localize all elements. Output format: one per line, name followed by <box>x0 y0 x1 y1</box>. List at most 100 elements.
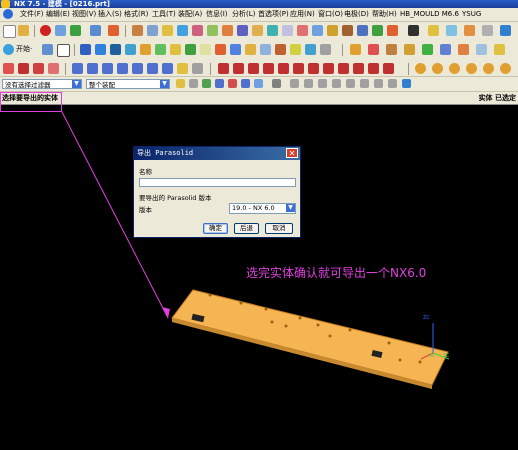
mold-base-icon[interactable] <box>386 44 397 55</box>
menu-edit[interactable]: 编辑(E) <box>46 8 70 21</box>
undo-icon[interactable] <box>55 25 66 36</box>
trim-curve-icon[interactable] <box>278 63 289 74</box>
unite-icon[interactable] <box>372 25 383 36</box>
pocket-icon[interactable] <box>222 25 233 36</box>
isoparametric-icon[interactable] <box>383 63 394 74</box>
start-icon[interactable] <box>3 44 14 55</box>
extend-curve-icon[interactable] <box>323 63 334 74</box>
snap-intersect-icon[interactable] <box>483 63 494 74</box>
bridge-curve-icon[interactable] <box>248 63 259 74</box>
open-file-icon[interactable] <box>18 25 29 36</box>
menu-insert[interactable]: 插入(S) <box>98 8 122 21</box>
dialog-titlebar[interactable]: 导出 Parasolid <box>134 147 300 160</box>
offset-curve-icon[interactable] <box>192 63 203 74</box>
datum-axis-icon[interactable] <box>155 44 166 55</box>
snap-quadrant-icon[interactable] <box>466 63 477 74</box>
delete-face-icon[interactable] <box>305 44 316 55</box>
blend-icon[interactable] <box>282 25 293 36</box>
menu-application[interactable]: 应用(N) <box>290 8 315 21</box>
menu-help[interactable]: 帮助(H) <box>372 8 397 21</box>
render-icon[interactable] <box>464 25 475 36</box>
menu-hb-mould[interactable]: HB_MOULD M6.6 <box>400 8 459 21</box>
redo-icon[interactable] <box>70 25 81 36</box>
arc-icon[interactable] <box>48 63 59 74</box>
snap-toggle-icon[interactable] <box>290 79 299 88</box>
datum-csys-icon[interactable] <box>170 44 181 55</box>
snap-face-icon[interactable] <box>402 79 411 88</box>
move-face-icon[interactable] <box>290 44 301 55</box>
feature-select-icon[interactable] <box>202 79 211 88</box>
select-all-icon[interactable] <box>189 79 198 88</box>
copy-icon[interactable] <box>90 25 101 36</box>
slider-icon[interactable] <box>458 44 469 55</box>
menu-file[interactable]: 文件(F) <box>20 8 44 21</box>
block-icon[interactable] <box>80 44 91 55</box>
scope-filter-select[interactable]: 整个装配 ▼ <box>86 79 170 89</box>
fillet-curve-icon[interactable] <box>308 63 319 74</box>
text-icon[interactable] <box>177 63 188 74</box>
record-icon[interactable] <box>40 25 51 36</box>
chamfer-icon[interactable] <box>297 25 308 36</box>
back-button[interactable]: 后退 <box>234 223 259 234</box>
snap-end-icon[interactable] <box>415 63 426 74</box>
snap-arc-icon[interactable] <box>318 79 327 88</box>
snap-mid-icon[interactable] <box>432 63 443 74</box>
pattern-icon[interactable] <box>327 25 338 36</box>
thicken-icon[interactable] <box>230 44 241 55</box>
snap-plus-icon[interactable] <box>346 79 355 88</box>
snap-existing-icon[interactable] <box>500 63 511 74</box>
feature-icon[interactable] <box>132 25 143 36</box>
studio-spline-icon[interactable] <box>102 63 113 74</box>
spline-icon[interactable] <box>87 63 98 74</box>
scale-curve-icon[interactable] <box>368 63 379 74</box>
divide-curve-icon[interactable] <box>293 63 304 74</box>
name-input[interactable] <box>139 178 296 187</box>
point-icon[interactable] <box>185 44 196 55</box>
sphere-icon[interactable] <box>125 44 136 55</box>
draft-icon[interactable] <box>215 44 226 55</box>
datum-plane-icon[interactable] <box>140 44 151 55</box>
trim-body-icon[interactable] <box>357 25 368 36</box>
menu-tools[interactable]: 工具(T) <box>152 8 176 21</box>
intersect-curve-icon[interactable] <box>233 63 244 74</box>
replace-face-icon[interactable] <box>275 44 286 55</box>
app-menu-icon[interactable] <box>0 8 18 21</box>
snap-pole-icon[interactable] <box>388 79 397 88</box>
subtract-icon[interactable] <box>387 25 398 36</box>
mold-wizard-icon[interactable] <box>350 44 361 55</box>
offset-face-icon[interactable] <box>200 44 211 55</box>
rectangle-icon[interactable] <box>33 63 44 74</box>
menu-information[interactable]: 信息(I) <box>206 8 228 21</box>
standard-parts-icon[interactable] <box>404 44 415 55</box>
cooling-icon[interactable] <box>440 44 451 55</box>
helix-icon[interactable] <box>162 63 173 74</box>
sync-model-icon[interactable] <box>320 44 331 55</box>
project-curve-icon[interactable] <box>218 63 229 74</box>
menu-view[interactable]: 视图(V) <box>72 8 96 21</box>
snap-circle-icon[interactable] <box>360 79 369 88</box>
mirror-icon[interactable] <box>342 25 353 36</box>
ejector-icon[interactable] <box>422 44 433 55</box>
profile-icon[interactable] <box>18 63 29 74</box>
type-filter-select[interactable]: 没有选择过滤器 ▼ <box>2 79 82 89</box>
menu-preferences[interactable]: 首选项(P) <box>258 8 289 21</box>
fit-view-icon[interactable] <box>500 25 511 36</box>
cancel-button[interactable]: 取消 <box>265 223 293 234</box>
menu-electrode[interactable]: 电极(D) <box>344 8 369 21</box>
menu-format[interactable]: 格式(R) <box>124 8 148 21</box>
snap-center-icon[interactable] <box>449 63 460 74</box>
new-file-icon[interactable] <box>3 25 16 38</box>
sew-icon[interactable] <box>245 44 256 55</box>
bom-icon[interactable] <box>494 44 505 55</box>
ok-button[interactable]: 确定 <box>203 223 228 234</box>
menu-window[interactable]: 窗口(O) <box>318 8 343 21</box>
close-icon[interactable]: ✕ <box>286 148 298 158</box>
orient-view-icon[interactable] <box>482 25 493 36</box>
general-selection-icon[interactable] <box>176 79 185 88</box>
snap-center-point-icon[interactable] <box>374 79 383 88</box>
measure-icon[interactable] <box>428 25 439 36</box>
sketch-icon[interactable] <box>147 25 158 36</box>
cone-icon[interactable] <box>110 44 121 55</box>
paste-icon[interactable] <box>108 25 119 36</box>
menu-analysis[interactable]: 分析(L) <box>232 8 255 21</box>
